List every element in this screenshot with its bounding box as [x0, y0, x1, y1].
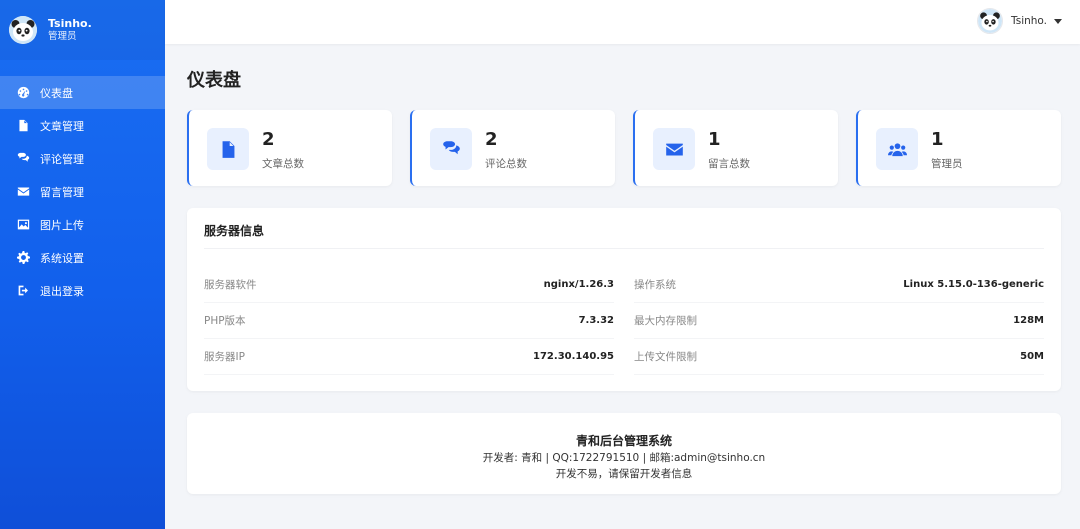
gear-icon: [16, 251, 30, 265]
sidebar-item-label: 仪表盘: [40, 86, 73, 100]
logout-icon: [16, 284, 30, 298]
info-row: 服务器IP 172.30.140.95: [204, 339, 614, 375]
developer-notice: 开发不易，请保留开发者信息: [555, 468, 693, 480]
stat-label: 评论总数: [485, 158, 527, 170]
stat-card-admins: 1 管理员: [856, 110, 1061, 186]
divider: [204, 248, 1044, 249]
comments-icon: [430, 128, 472, 170]
info-label: 服务器软件: [204, 279, 257, 291]
info-label: PHP版本: [204, 315, 246, 327]
sidebar-item-label: 文章管理: [40, 119, 84, 133]
brand-name: Tsinho.: [48, 17, 92, 31]
stat-label: 管理员: [931, 158, 963, 170]
image-icon: [16, 218, 30, 232]
envelope-icon: [653, 128, 695, 170]
page-title: 仪表盘: [187, 70, 241, 91]
stat-value: 1: [931, 129, 944, 150]
stat-label: 留言总数: [708, 158, 750, 170]
envelope-icon: [16, 185, 30, 199]
brand-role: 管理员: [48, 30, 77, 42]
info-label: 最大内存限制: [634, 315, 697, 327]
stat-value: 2: [262, 129, 275, 150]
sidebar-item-articles[interactable]: 文章管理: [0, 109, 165, 142]
stat-value: 2: [485, 129, 498, 150]
panda-avatar-icon: [977, 8, 1004, 34]
sidebar-item-comments[interactable]: 评论管理: [0, 142, 165, 175]
stat-value: 1: [708, 129, 721, 150]
info-row: PHP版本 7.3.32: [204, 303, 614, 339]
comments-icon: [16, 152, 30, 166]
info-value: Linux 5.15.0-136-generic: [903, 279, 1044, 290]
users-icon: [876, 128, 918, 170]
chevron-down-icon: [1054, 18, 1062, 24]
info-row: 上传文件限制 50M: [634, 339, 1044, 375]
info-label: 操作系统: [634, 279, 676, 291]
stat-label: 文章总数: [262, 158, 304, 170]
sidebar-item-image-upload[interactable]: 图片上传: [0, 208, 165, 241]
server-info-panel: 服务器信息 服务器软件 nginx/1.26.3 操作系统 Linux 5.15…: [187, 208, 1061, 391]
footer-panel: 青和后台管理系统 开发者: 青和 | QQ:1722791510 | 邮箱:ad…: [187, 413, 1061, 494]
user-menu[interactable]: Tsinho.: [977, 8, 1062, 34]
info-row: 最大内存限制 128M: [634, 303, 1044, 339]
dashboard-icon: [16, 86, 30, 100]
info-value: nginx/1.26.3: [543, 279, 614, 290]
sidebar-item-settings[interactable]: 系统设置: [0, 241, 165, 274]
info-row: 服务器软件 nginx/1.26.3: [204, 267, 614, 303]
sidebar-menu: 仪表盘 文章管理 评论管理 留言管理 图片上传 系统设置 退出登录: [0, 76, 165, 307]
stat-card-articles: 2 文章总数: [187, 110, 392, 186]
sidebar-item-label: 系统设置: [40, 251, 84, 265]
panda-avatar-icon: [9, 16, 37, 44]
user-name: Tsinho.: [1011, 15, 1047, 27]
sidebar-item-label: 留言管理: [40, 185, 84, 199]
sidebar-item-logout[interactable]: 退出登录: [0, 274, 165, 307]
sidebar-item-messages[interactable]: 留言管理: [0, 175, 165, 208]
sidebar-item-label: 评论管理: [40, 152, 84, 166]
developer-info: 开发者: 青和 | QQ:1722791510 | 邮箱:admin@tsinh…: [482, 452, 766, 464]
info-label: 上传文件限制: [634, 351, 697, 363]
top-header: Tsinho.: [165, 0, 1080, 44]
info-value: 172.30.140.95: [533, 351, 614, 362]
stat-card-messages: 1 留言总数: [633, 110, 838, 186]
brand: Tsinho. 管理员: [0, 0, 165, 60]
panel-title: 服务器信息: [204, 224, 265, 238]
info-value: 50M: [1020, 351, 1044, 362]
stat-card-comments: 2 评论总数: [410, 110, 615, 186]
sidebar-item-dashboard[interactable]: 仪表盘: [0, 76, 165, 109]
info-value: 7.3.32: [578, 315, 614, 326]
info-row: 操作系统 Linux 5.15.0-136-generic: [634, 267, 1044, 303]
footer-title: 青和后台管理系统: [575, 434, 672, 448]
sidebar-item-label: 退出登录: [40, 284, 84, 298]
document-icon: [207, 128, 249, 170]
info-value: 128M: [1013, 315, 1044, 326]
sidebar: Tsinho. 管理员 仪表盘 文章管理 评论管理 留言管理 图片上传 系统设置…: [0, 0, 165, 529]
info-label: 服务器IP: [204, 351, 245, 363]
sidebar-item-label: 图片上传: [40, 218, 84, 232]
document-icon: [16, 119, 30, 133]
